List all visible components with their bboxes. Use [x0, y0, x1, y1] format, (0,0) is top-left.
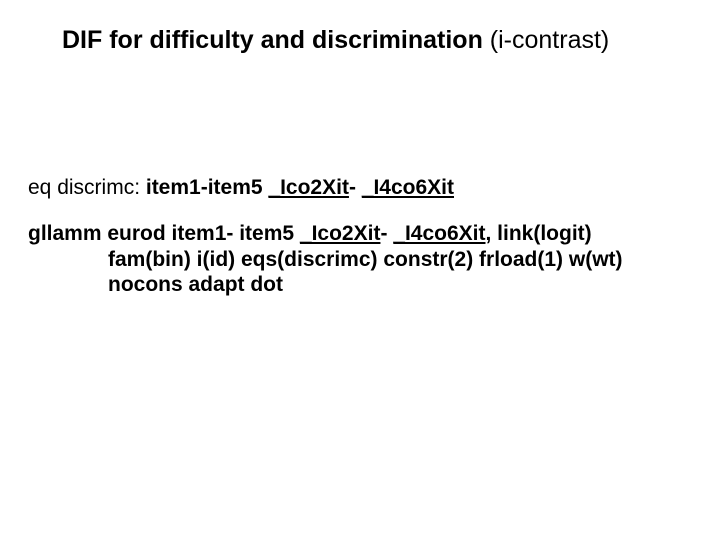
eq-items: item1-item5 [146, 176, 269, 199]
code-line-3: nocons adapt dot [28, 272, 680, 298]
gllamm-command: gllamm eurod item1- item5 _Ico2Xit- _I4c… [28, 221, 680, 298]
eq-prefix: eq discrimc: [28, 176, 146, 199]
code-l1-a: gllamm eurod item1- item5 [28, 222, 300, 245]
code-l1-u1: _Ico2Xit [300, 222, 381, 245]
slide-title: DIF for difficulty and discrimination (i… [62, 26, 609, 55]
eq-definition-line: eq discrimc: item1-item5 _Ico2Xit- _I4co… [28, 176, 454, 200]
slide: DIF for difficulty and discrimination (i… [0, 0, 720, 540]
eq-under-2: _I4co6Xit [362, 176, 454, 199]
eq-under-1: _Ico2Xit [268, 176, 349, 199]
code-l1-m: - [380, 222, 393, 245]
code-line-1: gllamm eurod item1- item5 _Ico2Xit- _I4c… [28, 221, 680, 247]
title-main: DIF for difficulty and discrimination [62, 26, 490, 54]
code-l1-u2: _I4co6Xit [393, 222, 485, 245]
code-l1-b: , link(logit) [486, 222, 592, 245]
code-line-2: fam(bin) i(id) eqs(discrimc) constr(2) f… [28, 247, 680, 273]
title-contrast: (i-contrast) [490, 26, 609, 54]
eq-dash: - [349, 176, 362, 199]
